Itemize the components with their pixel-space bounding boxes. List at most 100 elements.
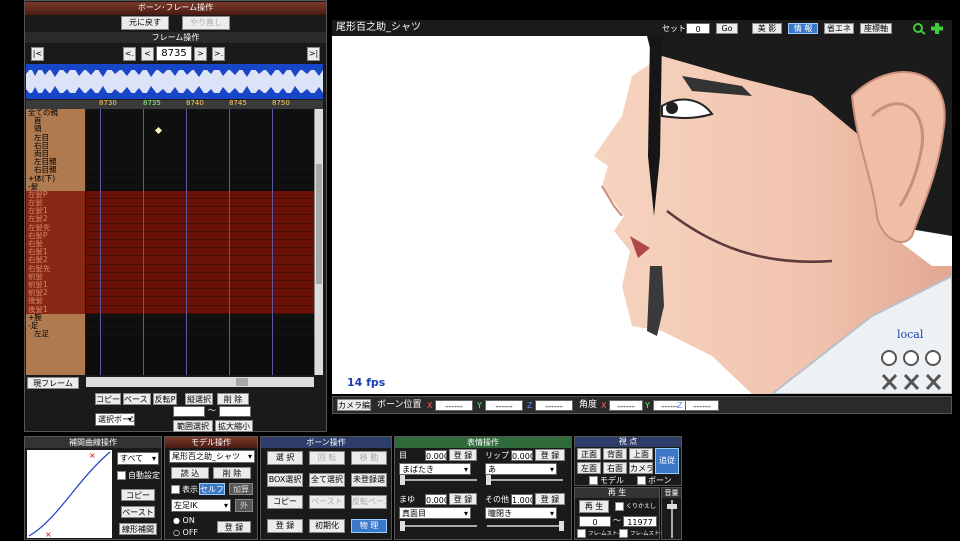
lip-morph-dropdown[interactable]: あ <box>485 463 557 475</box>
move-cross-icon[interactable] <box>930 22 944 35</box>
model-view-check-icon[interactable] <box>589 476 598 485</box>
timeline-row[interactable] <box>86 280 314 290</box>
curve-target-dropdown[interactable]: すべて <box>117 452 159 465</box>
viewport-3d[interactable]: 14 fps local <box>332 36 952 394</box>
view-camera-button[interactable]: カメラ <box>629 462 653 474</box>
bone-list-item[interactable]: +腕 <box>26 313 85 322</box>
range-from-input[interactable] <box>173 406 205 417</box>
delete-frame-button[interactable]: 削 除 <box>217 393 249 405</box>
undo-button[interactable]: 元に戻す <box>121 16 169 30</box>
bone-list-item[interactable]: -髪 <box>26 182 85 191</box>
other-morph-dropdown[interactable]: 瞳閉き <box>485 507 557 519</box>
brow-register-button[interactable]: 登 録 <box>449 493 477 505</box>
timeline-row[interactable] <box>86 256 314 265</box>
bone-view-checkbox[interactable]: ボーン <box>637 475 672 486</box>
timeline-row[interactable] <box>86 133 314 142</box>
bone-list-item[interactable]: 左目親 <box>26 158 85 167</box>
timeline-row[interactable] <box>86 248 314 257</box>
timeline-grid[interactable] <box>86 109 314 375</box>
bone-list-item[interactable]: 前髪1 <box>26 280 85 290</box>
brow-morph-dropdown[interactable]: 真面目 <box>399 507 471 519</box>
timeline-row[interactable] <box>86 240 314 249</box>
select-bone-dropdown[interactable]: 選択ボーン <box>95 413 135 426</box>
bone-list-item[interactable]: 右目 <box>26 141 85 150</box>
model-view-checkbox[interactable]: モデル <box>589 475 624 486</box>
zoom-magnifier-icon[interactable] <box>912 22 926 35</box>
redo-button[interactable]: やり直し <box>182 16 230 30</box>
timeline-row[interactable] <box>86 272 314 281</box>
play-from-input[interactable]: 0 <box>579 516 611 527</box>
frame-start-check-icon[interactable] <box>577 529 586 538</box>
timeline-row[interactable] <box>86 305 314 314</box>
timeline-vscrollbar[interactable] <box>314 109 323 375</box>
brow-slider[interactable] <box>400 521 477 531</box>
view-front-button[interactable]: 正面 <box>577 448 601 460</box>
bone-list-item[interactable]: 右髪2 <box>26 256 85 265</box>
frame-stop-check-icon[interactable] <box>619 529 628 538</box>
view-follow-button[interactable]: 追従 <box>655 448 679 474</box>
timeline-row[interactable] <box>86 330 314 339</box>
timeline-row[interactable] <box>86 313 314 322</box>
bone-list-item[interactable]: 左髪P <box>26 190 85 200</box>
bone-select-button[interactable]: 選 択 <box>267 451 303 465</box>
display-checkbox[interactable]: 表示 <box>171 484 198 495</box>
play-to-input[interactable]: 11977 <box>623 516 657 527</box>
bone-copy-button[interactable]: コピー <box>267 495 303 509</box>
repeat-check-icon[interactable] <box>615 502 624 511</box>
bone-list-item[interactable]: 左髪1 <box>26 207 85 216</box>
reverse-paste-button[interactable]: 反転P <box>153 393 177 405</box>
timeline-row[interactable] <box>86 231 314 240</box>
scale-button[interactable]: 拡大縮小 <box>215 420 253 432</box>
bone-list-item[interactable]: 右髪先 <box>26 264 85 273</box>
prev-key-button[interactable]: <. <box>123 47 136 61</box>
timeline-row[interactable] <box>86 117 314 126</box>
auto-checkbox-icon[interactable] <box>117 471 126 480</box>
ang-x-input[interactable]: ------ <box>609 400 643 411</box>
bone-list[interactable]: 全ての親首頭左目 右目 両目 左目親 右目親 +体(下) -髪 左髪P 左髪 左髪1 左髪2 左髪先右… <box>26 109 85 375</box>
timeline-row[interactable] <box>86 125 314 134</box>
ik-bone-dropdown[interactable]: 左足IK <box>171 499 231 512</box>
off-radio[interactable]: ○ OFF <box>173 527 198 538</box>
timeline-row[interactable] <box>86 264 314 273</box>
audio-waveform[interactable] <box>26 64 323 99</box>
set-input[interactable]: 0 <box>686 23 710 34</box>
bone-list-item[interactable]: 全ての親 <box>26 109 85 118</box>
bone-list-item[interactable]: 左髪先 <box>26 223 85 232</box>
range-select-button[interactable]: 範囲選択 <box>173 420 213 432</box>
last-frame-button[interactable]: >| <box>307 47 320 61</box>
unregistered-select-button[interactable]: 未登録選 <box>351 473 387 487</box>
bone-list-item[interactable]: 前髪2 <box>26 289 85 298</box>
bone-list-item[interactable]: 前髪 <box>26 272 85 281</box>
curve-paste-button[interactable]: ペースト <box>121 506 155 518</box>
other-slider-thumb[interactable] <box>559 521 564 531</box>
eye-slider-thumb[interactable] <box>400 475 405 485</box>
ang-z-input[interactable]: ------ <box>685 400 719 411</box>
info-button[interactable]: 情 報 <box>788 23 818 34</box>
bone-register-button[interactable]: 登 録 <box>267 519 303 533</box>
timeline-row[interactable] <box>86 321 314 331</box>
other-register-button[interactable]: 登 録 <box>535 493 565 505</box>
go-button[interactable]: Go <box>716 23 738 34</box>
bone-list-item[interactable]: 両目 <box>26 149 85 159</box>
camera-edit-button[interactable]: カメラ編 <box>337 399 371 411</box>
view-back-button[interactable]: 背面 <box>603 448 627 460</box>
linear-interp-button[interactable]: 線形補間 <box>119 523 157 535</box>
repeat-checkbox[interactable]: くりかえし <box>615 501 656 512</box>
curve-copy-button[interactable]: コピー <box>121 489 155 501</box>
model-load-button[interactable]: 読 込 <box>171 467 209 479</box>
view-top-button[interactable]: 上面 <box>629 448 653 460</box>
axis-button[interactable]: 座標軸 <box>860 23 892 34</box>
add-button[interactable]: 加算 <box>229 483 253 495</box>
bone-list-item[interactable]: 右目親 <box>26 166 85 175</box>
lip-value[interactable]: 0.000 <box>511 450 533 461</box>
view-left-button[interactable]: 左面 <box>577 462 601 474</box>
timeline-row[interactable] <box>86 289 314 298</box>
lip-slider-thumb[interactable] <box>486 475 491 485</box>
brow-value[interactable]: 0.000 <box>425 494 447 505</box>
bone-list-item[interactable]: +体(下) <box>26 174 85 183</box>
next-frame-button[interactable]: > <box>194 47 207 61</box>
pos-z-input[interactable]: ------ <box>535 400 573 411</box>
timeline-row[interactable] <box>86 223 314 232</box>
bone-rotate-button[interactable]: 回 転 <box>309 451 345 465</box>
timeline-row[interactable] <box>86 215 314 224</box>
